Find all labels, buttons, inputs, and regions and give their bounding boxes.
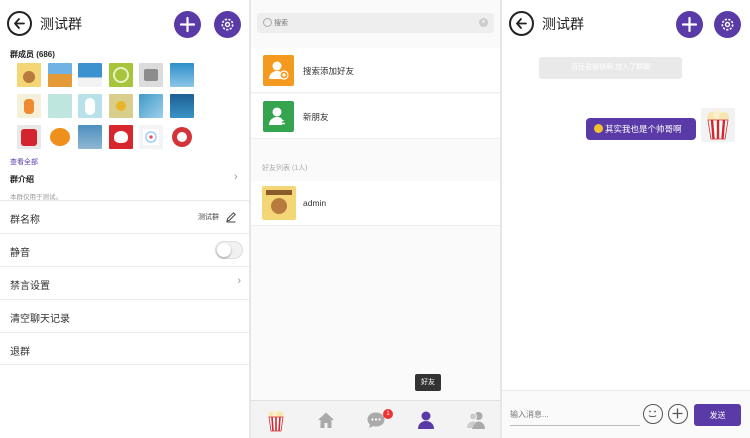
tab-home[interactable]	[301, 401, 351, 438]
member-avatar[interactable]	[139, 63, 163, 87]
bottom-tab-bar: 1	[251, 400, 500, 438]
member-avatar[interactable]	[78, 94, 102, 118]
chat-title: 测试群	[542, 16, 584, 32]
settings-button[interactable]	[714, 11, 741, 38]
quit-group-label: 退群	[10, 347, 30, 358]
member-avatar[interactable]	[47, 94, 72, 118]
add-button[interactable]	[174, 11, 201, 38]
back-button[interactable]	[509, 11, 534, 36]
toggle-knob	[217, 243, 231, 257]
member-avatar[interactable]	[108, 125, 133, 149]
search-bar: ×	[251, 0, 500, 47]
avatar	[262, 186, 296, 220]
search-input[interactable]	[274, 15, 474, 31]
back-button[interactable]	[7, 11, 32, 36]
member-avatar[interactable]	[17, 63, 41, 87]
clear-history-label: 清空聊天记录	[10, 314, 70, 325]
friend-name: admin	[303, 198, 327, 208]
ban-settings-row[interactable]: 禁言设置 ›	[0, 266, 249, 299]
message-text: 其实我也是个帅哥啊	[605, 124, 682, 134]
plus-icon	[681, 16, 698, 33]
edit-icon[interactable]	[225, 211, 237, 223]
plus-icon	[672, 408, 683, 419]
tab-chat[interactable]	[351, 401, 401, 438]
arrow-left-icon	[516, 18, 527, 29]
member-avatar[interactable]	[47, 63, 72, 87]
member-avatar[interactable]	[139, 94, 163, 118]
member-avatar[interactable]	[17, 125, 41, 149]
page-title: 测试群	[40, 16, 82, 32]
group-icon	[467, 412, 485, 429]
clear-history-row[interactable]: 清空聊天记录	[0, 299, 249, 332]
arrow-left-icon	[14, 18, 25, 29]
member-avatar-grid	[17, 63, 199, 149]
group-settings-header: 测试群	[0, 0, 249, 47]
tab-tooltip: 好友	[415, 374, 441, 391]
member-avatar[interactable]	[169, 125, 194, 149]
contact-item-new-friends[interactable]: 新朋友	[251, 94, 500, 139]
tab-popcorn[interactable]	[251, 401, 301, 438]
mute-label: 静音	[10, 248, 30, 259]
member-avatar[interactable]	[78, 125, 102, 149]
member-avatar[interactable]	[108, 94, 133, 118]
message-bubble: 其实我也是个帅哥啊	[586, 118, 696, 140]
chevron-right-icon: ›	[237, 275, 241, 287]
friend-icon	[418, 411, 434, 429]
search-icon	[263, 18, 272, 27]
quit-group-row[interactable]: 退群	[0, 332, 249, 365]
see-all-link[interactable]: 查看全部	[10, 157, 38, 167]
popcorn-icon	[707, 110, 729, 140]
chat-panel: 测试群 百岳君愉快啊 加入了群聊 其实我也是个帅哥啊 输入消息... 发送	[502, 0, 750, 438]
avatar[interactable]	[701, 108, 735, 142]
smiley-icon	[594, 124, 603, 133]
unread-badge: 1	[383, 409, 393, 419]
chevron-right-icon[interactable]: ›	[234, 171, 238, 183]
member-avatar[interactable]	[169, 63, 194, 87]
settings-button[interactable]	[214, 11, 241, 38]
search-box: ×	[257, 13, 494, 33]
member-avatar[interactable]	[78, 63, 102, 87]
gear-icon	[221, 18, 234, 31]
chat-header: 测试群	[502, 0, 750, 47]
group-name-row[interactable]: 群名称 测试群	[0, 200, 249, 233]
tab-friends[interactable]	[401, 401, 451, 438]
contact-item-add-friend[interactable]: 搜索添加好友	[251, 48, 500, 93]
app-root: 测试群 群成员 (686) 查看全部 群介绍 › 本群仅用于测试。 群名称 测试…	[0, 0, 750, 438]
member-avatar[interactable]	[108, 63, 133, 87]
group-settings-panel: 测试群 群成员 (686) 查看全部 群介绍 › 本群仅用于测试。 群名称 测试…	[0, 0, 249, 438]
member-avatar[interactable]	[47, 125, 72, 149]
tab-groups[interactable]	[451, 401, 500, 438]
contact-item-label: 新朋友	[303, 112, 329, 122]
clear-icon[interactable]: ×	[479, 18, 488, 27]
contact-item-label: 搜索添加好友	[303, 66, 355, 76]
group-intro-label: 群介绍	[10, 175, 34, 184]
add-user-icon	[263, 55, 294, 86]
new-friend-icon	[263, 101, 294, 132]
mute-row: 静音	[0, 233, 249, 266]
send-button[interactable]: 发送	[694, 404, 741, 426]
member-avatar[interactable]	[139, 125, 163, 149]
friend-item[interactable]: admin	[251, 181, 500, 226]
gear-icon	[721, 18, 734, 31]
ban-settings-label: 禁言设置	[10, 281, 50, 292]
group-name-value: 测试群	[198, 214, 219, 221]
plus-icon	[179, 16, 196, 33]
message-input[interactable]	[510, 404, 640, 426]
emoji-button[interactable]	[643, 404, 663, 424]
members-label: 群成员 (686)	[10, 50, 55, 59]
group-name-label: 群名称	[10, 215, 40, 226]
member-avatar[interactable]	[17, 94, 41, 118]
smiley-icon	[648, 410, 657, 418]
attach-button[interactable]	[668, 404, 688, 424]
system-message: 百岳君愉快啊 加入了群聊	[539, 57, 682, 79]
friends-list-header: 好友列表 (1人)	[262, 165, 308, 172]
contacts-panel: × 搜索添加好友 新朋友 好友列表 (1人) admin	[251, 0, 500, 438]
home-icon	[318, 412, 334, 428]
add-button[interactable]	[676, 11, 703, 38]
mute-toggle[interactable]	[215, 241, 243, 259]
member-avatar[interactable]	[169, 94, 194, 118]
message-composer: 发送	[502, 390, 750, 438]
popcorn-icon	[268, 410, 284, 432]
